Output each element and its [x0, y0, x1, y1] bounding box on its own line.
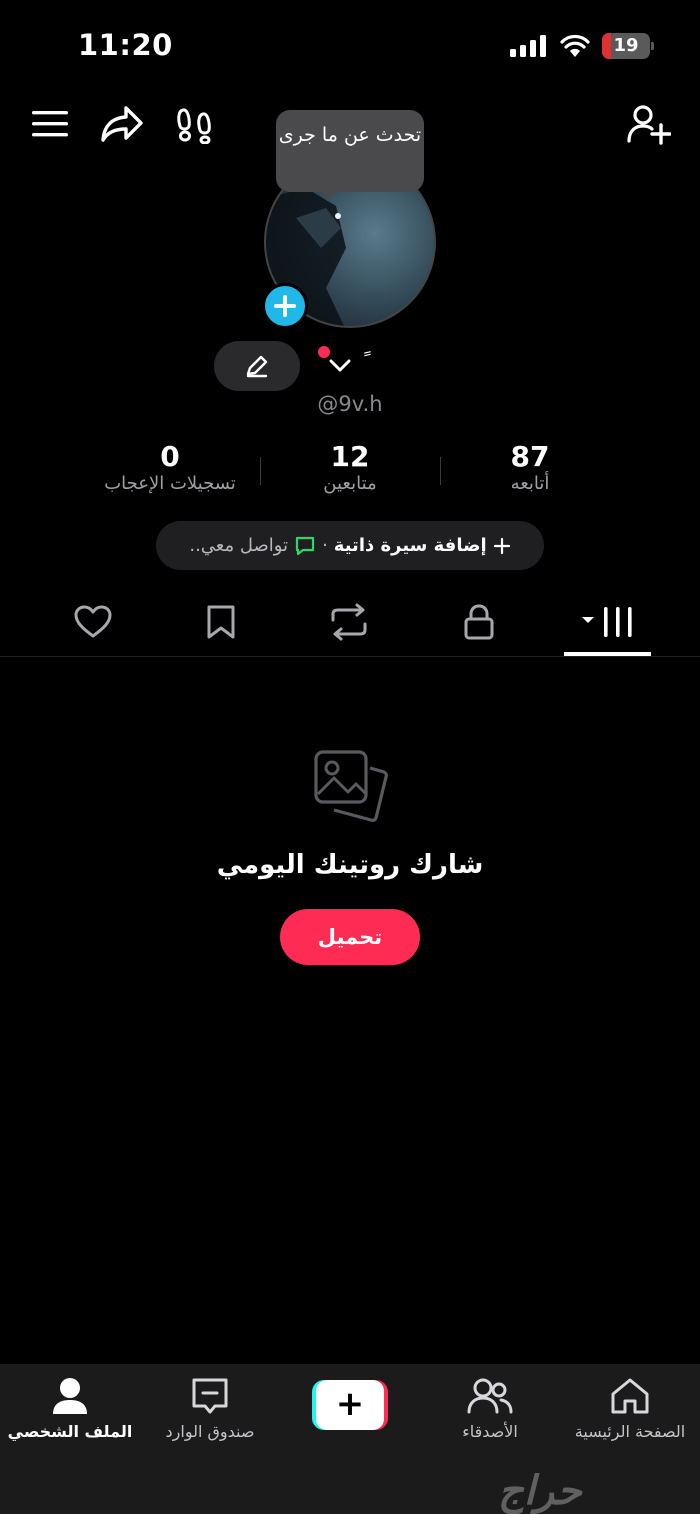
tab-liked[interactable] — [50, 598, 136, 646]
footprints-icon — [177, 108, 211, 144]
profile-icon — [53, 1378, 87, 1414]
upload-button[interactable]: تحميل — [280, 909, 420, 965]
empty-state-title: شارك روتينك اليومي — [216, 850, 484, 880]
nav-inbox[interactable]: صندوق الوارد — [140, 1376, 280, 1441]
chevron-down-icon — [329, 359, 351, 372]
bookmark-icon — [207, 605, 235, 639]
edit-profile-button[interactable] — [214, 341, 300, 391]
add-bio-label[interactable]: إضافة سيرة ذاتية — [334, 535, 487, 556]
followers-label: متابعين — [323, 473, 377, 494]
home-icon — [611, 1378, 649, 1414]
nav-profile[interactable]: الملف الشخصي — [0, 1376, 140, 1441]
plus-icon — [493, 537, 510, 554]
stat-following[interactable]: 87 أتابعه — [460, 440, 600, 494]
heart-icon — [74, 605, 112, 638]
bio-separator: · — [322, 535, 328, 556]
tab-videos[interactable] — [564, 598, 651, 646]
add-user-icon — [627, 105, 671, 145]
following-count: 87 — [510, 440, 550, 473]
videos-grid-icon — [581, 607, 632, 637]
bio-pill[interactable]: إضافة سيرة ذاتية · تواصل معي.. — [156, 521, 544, 570]
tab-private[interactable] — [436, 598, 522, 646]
tooltip-arrow — [320, 190, 338, 200]
menu-button[interactable] — [28, 104, 72, 144]
followers-count: 12 — [330, 440, 370, 473]
battery-tip — [651, 42, 654, 50]
username-handle: @9v.h — [317, 392, 383, 416]
create-plus-icon: + — [335, 1384, 365, 1424]
chat-bubble-icon — [295, 536, 315, 555]
stat-divider — [260, 457, 261, 485]
battery-percent: 19 — [613, 35, 639, 56]
likes-count: 0 — [160, 440, 180, 473]
nav-profile-label: الملف الشخصي — [7, 1422, 133, 1441]
tab-reposts[interactable] — [306, 598, 392, 646]
watermark-logo: حراج — [498, 1468, 582, 1514]
status-time: 11:20 — [78, 28, 173, 62]
repost-icon — [331, 603, 367, 641]
nav-home[interactable]: الصفحة الرئيسية — [560, 1376, 700, 1441]
account-switch-button[interactable] — [326, 354, 354, 378]
battery-indicator: 19 — [602, 33, 650, 59]
plus-icon — [274, 295, 296, 317]
nav-friends-label: الأصدقاء — [462, 1422, 518, 1441]
nav-friends[interactable]: الأصدقاء — [420, 1376, 560, 1441]
story-tooltip[interactable]: تحدث عن ما جرى — [276, 110, 424, 192]
friends-icon — [467, 1378, 513, 1414]
wifi-icon — [560, 34, 590, 57]
nav-inbox-label: صندوق الوارد — [165, 1422, 255, 1441]
profile-views-button[interactable] — [172, 102, 216, 146]
share-profile-button[interactable] — [98, 102, 146, 146]
likes-label: تسجيلات الإعجاب — [104, 473, 236, 494]
contact-me-label[interactable]: تواصل معي.. — [189, 535, 288, 556]
nav-home-label: الصفحة الرئيسية — [574, 1422, 686, 1441]
tab-saved[interactable] — [178, 598, 264, 646]
following-label: أتابعه — [510, 473, 550, 494]
photos-icon — [314, 750, 388, 822]
pencil-icon — [246, 355, 268, 378]
stat-divider — [440, 457, 441, 485]
create-button[interactable]: + — [312, 1380, 388, 1430]
lock-icon — [464, 604, 494, 640]
share-arrow-icon — [101, 106, 143, 142]
tabs-divider — [0, 656, 700, 657]
stat-followers[interactable]: 12 متابعين — [280, 440, 420, 494]
add-story-button[interactable] — [262, 283, 308, 329]
add-friend-button[interactable] — [624, 100, 674, 148]
hamburger-menu-icon — [32, 111, 68, 137]
inbox-icon — [192, 1378, 228, 1414]
stat-likes[interactable]: 0 تسجيلات الإعجاب — [80, 440, 260, 494]
signal-icon — [510, 35, 546, 57]
